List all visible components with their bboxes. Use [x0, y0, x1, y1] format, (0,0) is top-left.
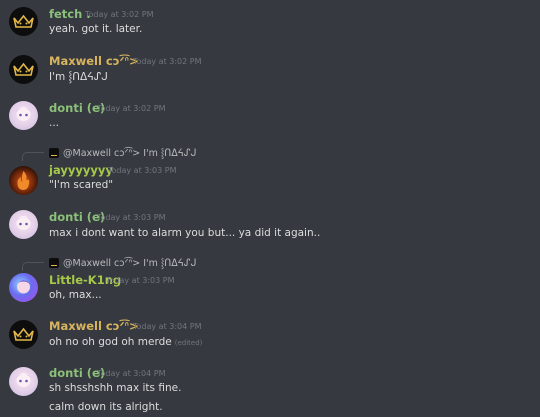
avatar[interactable] [9, 55, 38, 84]
message-text: oh no oh god oh merde (edited) [49, 336, 202, 348]
avatar[interactable] [9, 320, 38, 349]
message-text: ... [49, 117, 60, 129]
message-text: sh shsshshh max its fine. [49, 382, 182, 394]
avatar[interactable] [9, 7, 38, 36]
timestamp: Today at 3:03 PM [97, 213, 166, 222]
timestamp: Today at 3:02 PM [133, 57, 202, 66]
crown-icon [13, 62, 34, 76]
message-text: oh, max... [49, 289, 102, 301]
avatar[interactable] [9, 210, 38, 239]
timestamp: Today at 3:02 PM [97, 104, 166, 113]
avatar[interactable] [9, 367, 38, 396]
crown-icon [13, 327, 34, 341]
message-text: "I'm scared" [49, 179, 114, 191]
timestamp: Today at 3:03 PM [106, 276, 175, 285]
anime-avatar-icon [15, 107, 32, 121]
timestamp: Today at 3:02 PM [85, 10, 154, 19]
reply-preview[interactable]: @Maxwell cↄᐟ͡ᐢ> I'm ⸾ᑎᐃᔦᔑᒍ [49, 146, 196, 159]
timestamp: Today at 3:03 PM [108, 166, 177, 175]
reply-avatar-icon [49, 257, 59, 268]
message-text: calm down its alright. [49, 401, 163, 413]
reply-text: @Maxwell cↄᐟ͡ᐢ> I'm ⸾ᑎᐃᔦᔑᒍ [63, 258, 197, 269]
message-text: yeah. got it. later. [49, 23, 143, 35]
avatar[interactable] [9, 101, 38, 130]
message-text: max i dont want to alarm you but... ya d… [49, 227, 321, 239]
chat-messages: fetch . Today at 3:02 PM yeah. got it. l… [0, 0, 540, 417]
message-text: I'm ⸾ᑎᐃᔦᔑᒍ [49, 71, 108, 83]
reply-spine [22, 262, 44, 271]
reply-spine [22, 152, 44, 161]
anime-avatar-icon [16, 280, 31, 294]
message-body: oh no oh god oh merde [49, 336, 172, 348]
reply-avatar-icon [49, 147, 59, 158]
timestamp: Today at 3:04 PM [133, 322, 202, 331]
username[interactable]: Maxwell cↄᐟ͡ᐢ> [49, 319, 139, 333]
avatar[interactable] [9, 166, 38, 195]
fire-icon [17, 171, 30, 190]
timestamp: Today at 3:04 PM [97, 369, 166, 378]
avatar[interactable] [9, 273, 38, 302]
reply-preview[interactable]: @Maxwell cↄᐟ͡ᐢ> I'm ⸾ᑎᐃᔦᔑᒍ [49, 256, 196, 269]
reply-text: @Maxwell cↄᐟ͡ᐢ> I'm ⸾ᑎᐃᔦᔑᒍ [63, 148, 197, 159]
anime-avatar-icon [15, 373, 32, 387]
edited-label: (edited) [174, 339, 203, 347]
anime-avatar-icon [15, 216, 32, 230]
crown-icon [13, 14, 34, 28]
username[interactable]: jayyyyyyy [49, 163, 113, 177]
username[interactable]: Maxwell cↄᐟ͡ᐢ> [49, 54, 139, 68]
